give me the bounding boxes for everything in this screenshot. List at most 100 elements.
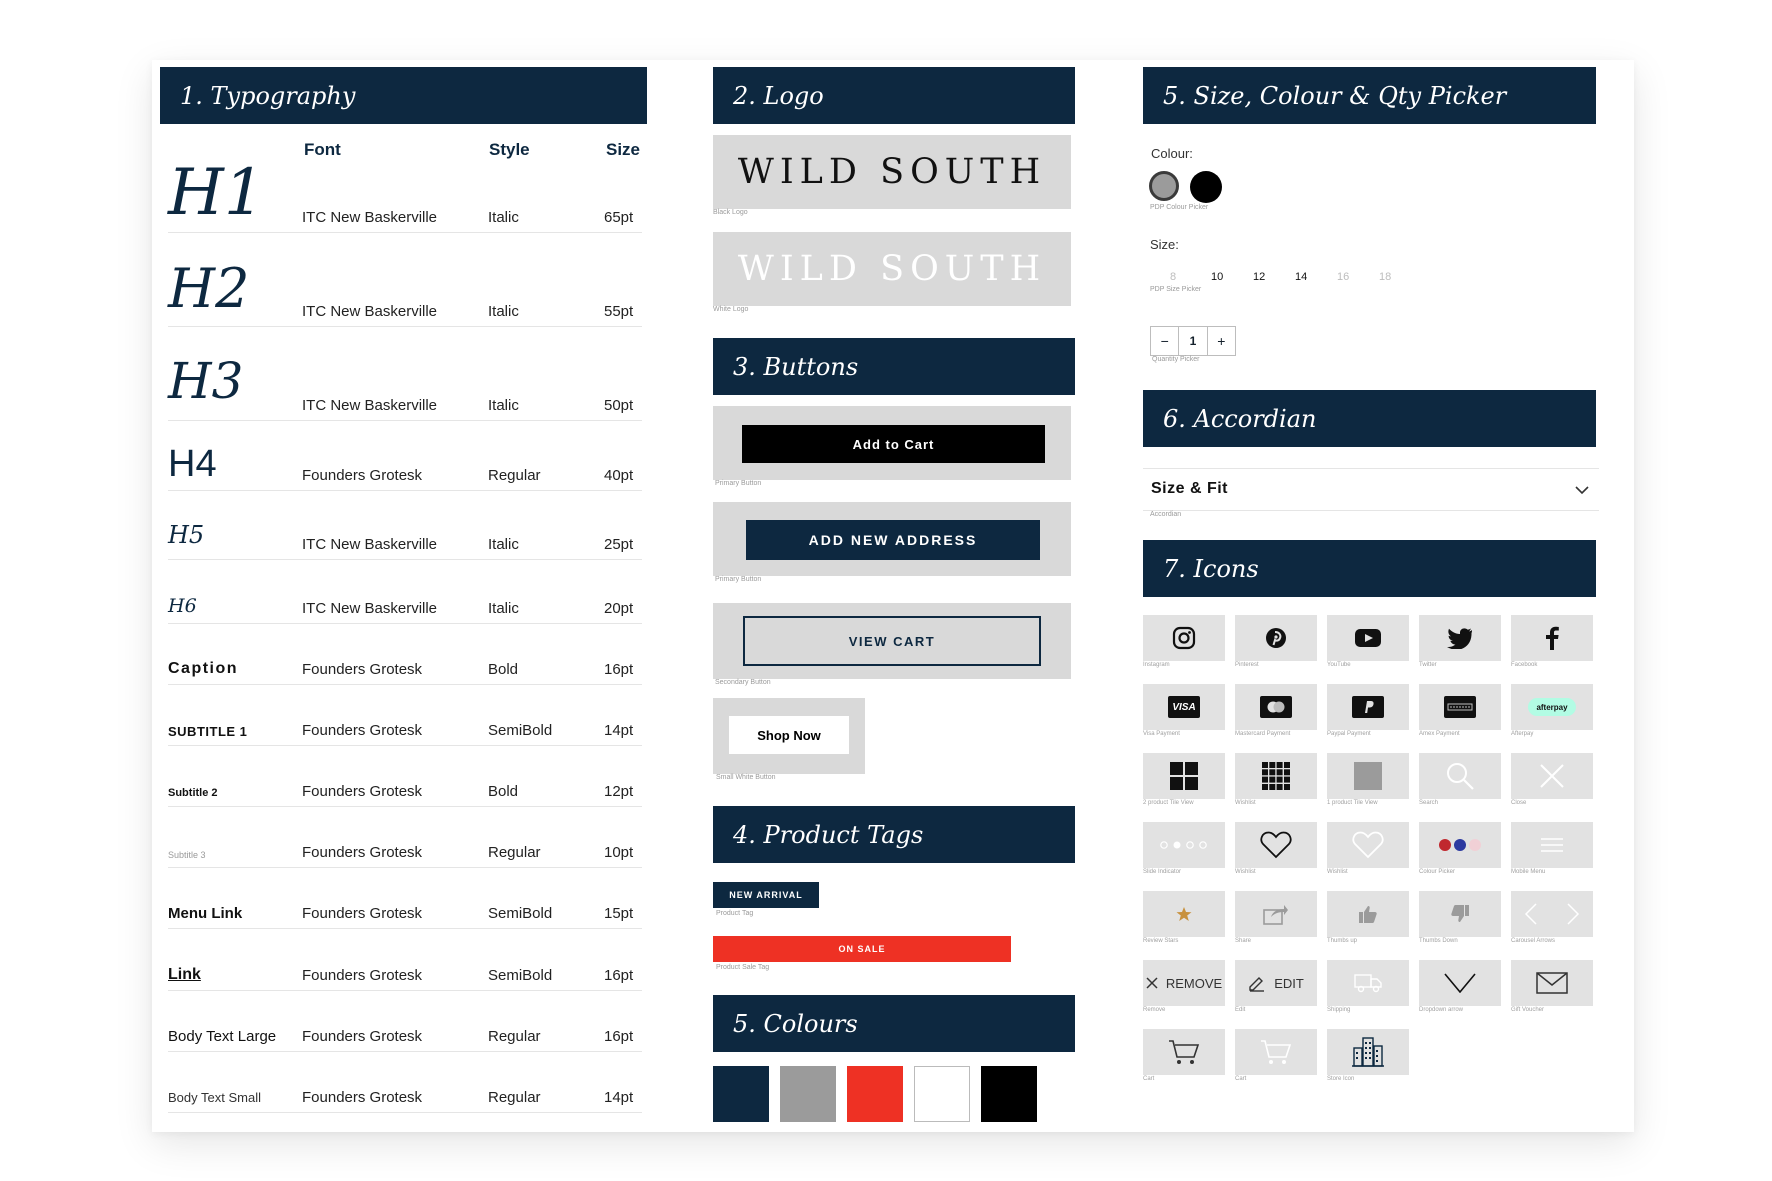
- size-option-18[interactable]: 18: [1379, 271, 1391, 283]
- share-tile[interactable]: [1235, 891, 1317, 937]
- colour-picker-label: Colour Picker: [1419, 869, 1456, 875]
- mobile-menu-tile[interactable]: [1511, 822, 1593, 868]
- font-name: ITC New Baskerville: [302, 536, 438, 553]
- swatch-navy: [713, 1066, 769, 1122]
- product-sale-tag-label: Product Sale Tag: [716, 964, 770, 971]
- cart-white-icon: [1261, 1040, 1292, 1064]
- buttons-header: 3. Buttons: [713, 338, 1075, 395]
- gift-voucher-label: Gift Voucher: [1511, 1007, 1545, 1013]
- store-label: Store Icon: [1327, 1076, 1355, 1082]
- heart-white-icon: [1352, 831, 1384, 859]
- colour-dots-icon: [1439, 839, 1481, 851]
- afterpay-icon: afterpay: [1528, 698, 1576, 716]
- size-option-16[interactable]: 16: [1337, 271, 1349, 283]
- type-sample: SUBTITLE 1: [168, 724, 248, 739]
- font-size: 12pt: [604, 783, 634, 800]
- type-sample: Link: [168, 966, 201, 983]
- font-size: 16pt: [604, 967, 634, 984]
- font-name: ITC New Baskerville: [302, 303, 438, 320]
- type-sample: H4: [168, 443, 217, 485]
- pdp-size-picker-label: PDP Size Picker: [1150, 286, 1202, 293]
- search-tile[interactable]: [1419, 753, 1501, 799]
- dropdown-arrow-tile[interactable]: [1419, 960, 1501, 1006]
- qty-value[interactable]: 1: [1179, 327, 1208, 355]
- afterpay-label: Afterpay: [1511, 731, 1534, 737]
- pinterest-tile[interactable]: [1235, 615, 1317, 661]
- wishlist-white-tile[interactable]: [1327, 822, 1409, 868]
- type-row-h1: H1 ITC New Baskerville Italic 65pt: [168, 152, 642, 233]
- share-icon: [1263, 905, 1288, 925]
- qty-decrement-button[interactable]: −: [1151, 327, 1180, 355]
- colour-option-grey[interactable]: [1149, 171, 1179, 201]
- instagram-tile[interactable]: [1143, 615, 1225, 661]
- size-option-8[interactable]: 8: [1170, 271, 1176, 283]
- font-name: ITC New Baskerville: [302, 600, 438, 617]
- wishlist-white-label: Wishlist: [1327, 869, 1348, 875]
- font-style: Italic: [488, 536, 519, 553]
- carousel-arrows-tile[interactable]: [1511, 891, 1593, 937]
- font-name: Founders Grotesk: [302, 722, 423, 739]
- remove-tile[interactable]: REMOVE: [1143, 960, 1225, 1006]
- qty-increment-button[interactable]: +: [1208, 327, 1235, 355]
- paypal-icon: [1352, 696, 1384, 718]
- colour-picker-tile[interactable]: [1419, 822, 1501, 868]
- facebook-tile[interactable]: [1511, 615, 1593, 661]
- font-style: Italic: [488, 397, 519, 414]
- afterpay-tile[interactable]: afterpay: [1511, 684, 1593, 730]
- size-option-10[interactable]: 10: [1211, 271, 1223, 283]
- wishlist-outline-tile[interactable]: [1235, 822, 1317, 868]
- slide-indicator-tile[interactable]: [1143, 822, 1225, 868]
- font-style: Regular: [488, 844, 541, 861]
- logo-header: 2. Logo: [713, 67, 1075, 124]
- black-logo: WILD SOUTH: [737, 152, 1047, 192]
- type-row-link: Link Founders Grotesk SemiBold 16pt: [168, 928, 642, 991]
- gift-voucher-tile[interactable]: [1511, 960, 1593, 1006]
- hamburger-menu-icon: [1541, 838, 1563, 852]
- font-name: Founders Grotesk: [302, 1089, 423, 1106]
- two-product-tile-view-tile[interactable]: [1143, 753, 1225, 799]
- view-cart-button[interactable]: VIEW CART: [743, 616, 1041, 666]
- swatch-red: [847, 1066, 903, 1122]
- one-product-tile-view-tile[interactable]: [1327, 753, 1409, 799]
- cart-tile[interactable]: [1143, 1029, 1225, 1075]
- remove-text: REMOVE: [1165, 975, 1223, 991]
- amex-tile[interactable]: [1419, 684, 1501, 730]
- edit-label: Edit: [1235, 1007, 1246, 1013]
- shop-now-button[interactable]: Shop Now: [729, 716, 849, 754]
- colours-header: 5. Colours: [713, 995, 1075, 1052]
- add-new-address-button[interactable]: ADD NEW ADDRESS: [746, 520, 1040, 560]
- youtube-tile[interactable]: [1327, 615, 1409, 661]
- colour-option-black[interactable]: [1190, 171, 1222, 203]
- edit-tile[interactable]: EDIT: [1235, 960, 1317, 1006]
- type-row-h6: H6 ITC New Baskerville Italic 20pt: [168, 559, 642, 624]
- mastercard-tile[interactable]: [1235, 684, 1317, 730]
- twitter-tile[interactable]: [1419, 615, 1501, 661]
- thumbs-down-tile[interactable]: [1419, 891, 1501, 937]
- pencil-icon: [1249, 977, 1265, 992]
- add-to-cart-button[interactable]: Add to Cart: [742, 425, 1045, 463]
- cart-white-label: Cart: [1235, 1076, 1247, 1082]
- black-logo-box: WILD SOUTH: [713, 135, 1071, 209]
- amex-label: Amex Payment: [1419, 731, 1460, 737]
- accordian-header: 6. Accordian: [1143, 390, 1596, 447]
- review-stars-tile[interactable]: [1143, 891, 1225, 937]
- type-row-subtitle-2: Subtitle 2 Founders Grotesk Bold 12pt: [168, 745, 642, 807]
- cart-white-tile[interactable]: [1235, 1029, 1317, 1075]
- accordian-label: Accordian: [1150, 511, 1182, 518]
- thumbs-up-tile[interactable]: [1327, 891, 1409, 937]
- close-tile[interactable]: [1511, 753, 1593, 799]
- font-style: Regular: [488, 1028, 541, 1045]
- cart-label: Cart: [1143, 1076, 1155, 1082]
- visa-tile[interactable]: VISA: [1143, 684, 1225, 730]
- type-sample: Subtitle 2: [168, 787, 218, 799]
- size-option-12[interactable]: 12: [1253, 271, 1265, 283]
- paypal-tile[interactable]: [1327, 684, 1409, 730]
- wishlist-outline-label: Wishlist: [1235, 869, 1256, 875]
- font-style: Regular: [488, 1089, 541, 1106]
- on-sale-tag: ON SALE: [713, 936, 1011, 962]
- shipping-tile[interactable]: [1327, 960, 1409, 1006]
- wishlist-grid-tile[interactable]: [1235, 753, 1317, 799]
- accordian-size-fit[interactable]: Size & Fit: [1143, 468, 1599, 511]
- size-option-14[interactable]: 14: [1295, 271, 1307, 283]
- store-tile[interactable]: [1327, 1029, 1409, 1075]
